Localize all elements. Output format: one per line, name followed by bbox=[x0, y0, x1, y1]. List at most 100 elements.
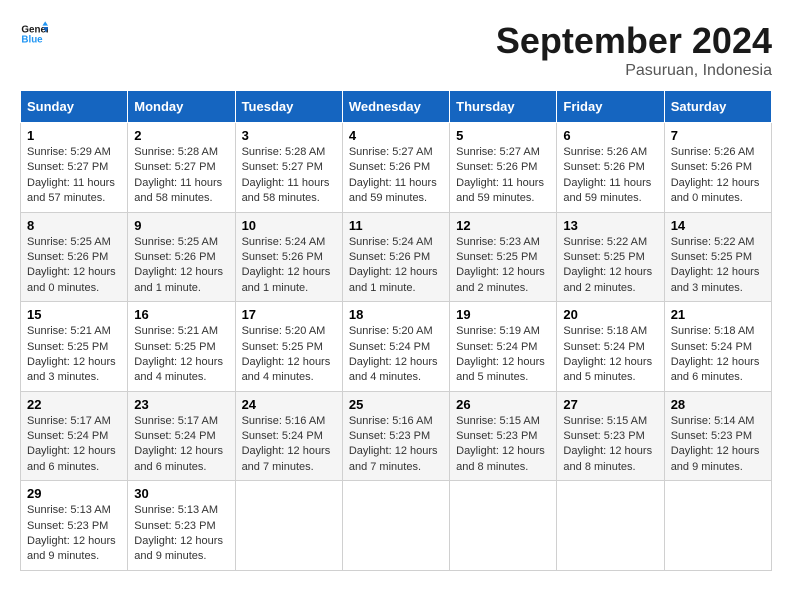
day-number: 20 bbox=[563, 307, 657, 322]
day-info: Sunrise: 5:18 AM Sunset: 5:24 PM Dayligh… bbox=[671, 324, 765, 386]
weekday-header-tuesday: Tuesday bbox=[235, 91, 342, 123]
calendar-cell bbox=[450, 481, 557, 571]
calendar-cell: 25 Sunrise: 5:16 AM Sunset: 5:23 PM Dayli… bbox=[342, 391, 449, 481]
day-info: Sunrise: 5:28 AM Sunset: 5:27 PM Dayligh… bbox=[242, 145, 336, 207]
calendar-cell: 21 Sunrise: 5:18 AM Sunset: 5:24 PM Dayli… bbox=[664, 302, 771, 392]
calendar-week-4: 22 Sunrise: 5:17 AM Sunset: 5:24 PM Dayli… bbox=[21, 391, 772, 481]
day-info: Sunrise: 5:24 AM Sunset: 5:26 PM Dayligh… bbox=[349, 235, 443, 297]
day-info: Sunrise: 5:27 AM Sunset: 5:26 PM Dayligh… bbox=[456, 145, 550, 207]
day-info: Sunrise: 5:21 AM Sunset: 5:25 PM Dayligh… bbox=[134, 324, 228, 386]
calendar-cell: 29 Sunrise: 5:13 AM Sunset: 5:23 PM Dayli… bbox=[21, 481, 128, 571]
weekday-header-monday: Monday bbox=[128, 91, 235, 123]
calendar-week-5: 29 Sunrise: 5:13 AM Sunset: 5:23 PM Dayli… bbox=[21, 481, 772, 571]
day-number: 11 bbox=[349, 218, 443, 233]
calendar-cell bbox=[342, 481, 449, 571]
calendar-cell: 7 Sunrise: 5:26 AM Sunset: 5:26 PM Daylig… bbox=[664, 123, 771, 213]
calendar-table: SundayMondayTuesdayWednesdayThursdayFrid… bbox=[20, 90, 772, 571]
day-info: Sunrise: 5:23 AM Sunset: 5:25 PM Dayligh… bbox=[456, 235, 550, 297]
day-number: 24 bbox=[242, 397, 336, 412]
day-info: Sunrise: 5:15 AM Sunset: 5:23 PM Dayligh… bbox=[563, 414, 657, 476]
day-number: 10 bbox=[242, 218, 336, 233]
calendar-cell: 9 Sunrise: 5:25 AM Sunset: 5:26 PM Daylig… bbox=[128, 212, 235, 302]
calendar-cell: 8 Sunrise: 5:25 AM Sunset: 5:26 PM Daylig… bbox=[21, 212, 128, 302]
calendar-cell: 3 Sunrise: 5:28 AM Sunset: 5:27 PM Daylig… bbox=[235, 123, 342, 213]
weekday-header-thursday: Thursday bbox=[450, 91, 557, 123]
day-number: 3 bbox=[242, 128, 336, 143]
calendar-cell: 13Sunrise: 5:22 AM Sunset: 5:25 PM Dayli… bbox=[557, 212, 664, 302]
day-info: Sunrise: 5:24 AM Sunset: 5:26 PM Dayligh… bbox=[242, 235, 336, 297]
location: Pasuruan, Indonesia bbox=[496, 62, 772, 80]
calendar-cell: 30Sunrise: 5:13 AM Sunset: 5:23 PM Dayli… bbox=[128, 481, 235, 571]
weekday-header-saturday: Saturday bbox=[664, 91, 771, 123]
day-info: Sunrise: 5:13 AM Sunset: 5:23 PM Dayligh… bbox=[27, 503, 121, 565]
calendar-cell: 28Sunrise: 5:14 AM Sunset: 5:23 PM Dayli… bbox=[664, 391, 771, 481]
calendar-week-2: 8 Sunrise: 5:25 AM Sunset: 5:26 PM Daylig… bbox=[21, 212, 772, 302]
day-number: 17 bbox=[242, 307, 336, 322]
calendar-cell: 27 Sunrise: 5:15 AM Sunset: 5:23 PM Dayli… bbox=[557, 391, 664, 481]
day-number: 13 bbox=[563, 218, 657, 233]
page-header: General Blue September 2024 Pasuruan, In… bbox=[20, 20, 772, 80]
day-info: Sunrise: 5:21 AM Sunset: 5:25 PM Dayligh… bbox=[27, 324, 121, 386]
day-number: 26 bbox=[456, 397, 550, 412]
calendar-cell: 6Sunrise: 5:26 AM Sunset: 5:26 PM Daylig… bbox=[557, 123, 664, 213]
day-info: Sunrise: 5:18 AM Sunset: 5:24 PM Dayligh… bbox=[563, 324, 657, 386]
calendar-cell: 14Sunrise: 5:22 AM Sunset: 5:25 PM Dayli… bbox=[664, 212, 771, 302]
calendar-week-1: 1 Sunrise: 5:29 AM Sunset: 5:27 PM Daylig… bbox=[21, 123, 772, 213]
calendar-week-3: 15Sunrise: 5:21 AM Sunset: 5:25 PM Dayli… bbox=[21, 302, 772, 392]
day-info: Sunrise: 5:17 AM Sunset: 5:24 PM Dayligh… bbox=[134, 414, 228, 476]
day-info: Sunrise: 5:26 AM Sunset: 5:26 PM Dayligh… bbox=[563, 145, 657, 207]
calendar-cell: 20 Sunrise: 5:18 AM Sunset: 5:24 PM Dayli… bbox=[557, 302, 664, 392]
calendar-cell: 10 Sunrise: 5:24 AM Sunset: 5:26 PM Dayli… bbox=[235, 212, 342, 302]
day-info: Sunrise: 5:29 AM Sunset: 5:27 PM Dayligh… bbox=[27, 145, 121, 207]
svg-text:Blue: Blue bbox=[21, 34, 43, 45]
calendar-cell: 4 Sunrise: 5:27 AM Sunset: 5:26 PM Daylig… bbox=[342, 123, 449, 213]
day-info: Sunrise: 5:20 AM Sunset: 5:25 PM Dayligh… bbox=[242, 324, 336, 386]
weekday-header-friday: Friday bbox=[557, 91, 664, 123]
day-info: Sunrise: 5:16 AM Sunset: 5:23 PM Dayligh… bbox=[349, 414, 443, 476]
day-info: Sunrise: 5:25 AM Sunset: 5:26 PM Dayligh… bbox=[134, 235, 228, 297]
calendar-header-row: SundayMondayTuesdayWednesdayThursdayFrid… bbox=[21, 91, 772, 123]
day-info: Sunrise: 5:22 AM Sunset: 5:25 PM Dayligh… bbox=[671, 235, 765, 297]
calendar-cell: 5 Sunrise: 5:27 AM Sunset: 5:26 PM Daylig… bbox=[450, 123, 557, 213]
day-info: Sunrise: 5:25 AM Sunset: 5:26 PM Dayligh… bbox=[27, 235, 121, 297]
day-info: Sunrise: 5:14 AM Sunset: 5:23 PM Dayligh… bbox=[671, 414, 765, 476]
weekday-header-sunday: Sunday bbox=[21, 91, 128, 123]
month-title: September 2024 bbox=[496, 20, 772, 62]
calendar-cell: 24Sunrise: 5:16 AM Sunset: 5:24 PM Dayli… bbox=[235, 391, 342, 481]
day-number: 30 bbox=[134, 486, 228, 501]
day-number: 27 bbox=[563, 397, 657, 412]
calendar-cell: 12 Sunrise: 5:23 AM Sunset: 5:25 PM Dayli… bbox=[450, 212, 557, 302]
calendar-cell: 1 Sunrise: 5:29 AM Sunset: 5:27 PM Daylig… bbox=[21, 123, 128, 213]
day-number: 16 bbox=[134, 307, 228, 322]
day-number: 21 bbox=[671, 307, 765, 322]
day-number: 1 bbox=[27, 128, 121, 143]
calendar-cell: 22 Sunrise: 5:17 AM Sunset: 5:24 PM Dayli… bbox=[21, 391, 128, 481]
day-number: 9 bbox=[134, 218, 228, 233]
day-info: Sunrise: 5:20 AM Sunset: 5:24 PM Dayligh… bbox=[349, 324, 443, 386]
day-number: 7 bbox=[671, 128, 765, 143]
day-info: Sunrise: 5:28 AM Sunset: 5:27 PM Dayligh… bbox=[134, 145, 228, 207]
day-info: Sunrise: 5:27 AM Sunset: 5:26 PM Dayligh… bbox=[349, 145, 443, 207]
day-number: 8 bbox=[27, 218, 121, 233]
calendar-cell: 23Sunrise: 5:17 AM Sunset: 5:24 PM Dayli… bbox=[128, 391, 235, 481]
calendar-cell: 2 Sunrise: 5:28 AM Sunset: 5:27 PM Daylig… bbox=[128, 123, 235, 213]
calendar-cell: 26 Sunrise: 5:15 AM Sunset: 5:23 PM Dayli… bbox=[450, 391, 557, 481]
day-info: Sunrise: 5:26 AM Sunset: 5:26 PM Dayligh… bbox=[671, 145, 765, 207]
calendar-cell: 17 Sunrise: 5:20 AM Sunset: 5:25 PM Dayli… bbox=[235, 302, 342, 392]
day-number: 4 bbox=[349, 128, 443, 143]
calendar-cell bbox=[664, 481, 771, 571]
calendar-cell: 16 Sunrise: 5:21 AM Sunset: 5:25 PM Dayli… bbox=[128, 302, 235, 392]
logo: General Blue bbox=[20, 20, 48, 48]
day-info: Sunrise: 5:15 AM Sunset: 5:23 PM Dayligh… bbox=[456, 414, 550, 476]
day-number: 25 bbox=[349, 397, 443, 412]
day-number: 22 bbox=[27, 397, 121, 412]
day-number: 5 bbox=[456, 128, 550, 143]
day-info: Sunrise: 5:19 AM Sunset: 5:24 PM Dayligh… bbox=[456, 324, 550, 386]
day-number: 12 bbox=[456, 218, 550, 233]
title-block: September 2024 Pasuruan, Indonesia bbox=[496, 20, 772, 80]
day-number: 29 bbox=[27, 486, 121, 501]
day-number: 2 bbox=[134, 128, 228, 143]
calendar-cell: 19Sunrise: 5:19 AM Sunset: 5:24 PM Dayli… bbox=[450, 302, 557, 392]
day-info: Sunrise: 5:17 AM Sunset: 5:24 PM Dayligh… bbox=[27, 414, 121, 476]
calendar-cell bbox=[235, 481, 342, 571]
